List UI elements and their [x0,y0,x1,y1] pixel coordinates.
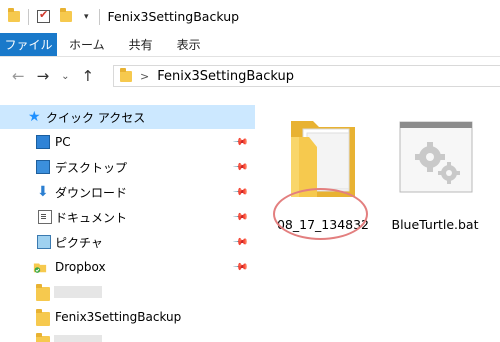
highlight-circle [273,188,368,240]
nav-item-label: ダウンロード [55,185,128,200]
file-item[interactable]: BlueTurtle.bat [383,107,487,237]
batch-file-icon [399,121,473,193]
redacted-label [54,286,102,298]
pin-icon[interactable]: 📌 [232,234,249,251]
nav-item-quick-access[interactable]: ★ クイック アクセス [0,105,255,129]
nav-item-downloads[interactable]: ⬇ ダウンロード 📌 [0,180,255,204]
nav-item-label: クイック アクセス [46,110,146,125]
breadcrumb-current[interactable]: Fenix3SettingBackup [157,69,294,84]
address-bar[interactable]: > Fenix3SettingBackup [113,65,500,87]
pin-icon[interactable]: 📌 [232,209,249,226]
nav-item-dropbox[interactable]: Dropbox 📌 [0,255,255,279]
nav-item-desktop[interactable]: デスクトップ 📌 [0,155,255,179]
star-icon: ★ [28,109,41,125]
nav-item-pictures[interactable]: ピクチャ 📌 [0,230,255,254]
new-folder-icon[interactable] [60,8,72,22]
dropbox-icon [33,263,47,273]
folder-icon [8,8,20,22]
back-button[interactable]: ← [12,67,25,85]
pin-icon[interactable]: 📌 [232,184,249,201]
address-toolbar: ← → ⌄ ↑ > Fenix3SettingBackup [0,57,500,95]
folder-icon [120,67,132,82]
properties-icon[interactable] [37,8,50,23]
file-list: 08_17_134832 BlueTurtle.bat [255,95,500,342]
tab-view[interactable]: 表示 [165,33,213,56]
redacted-label [54,335,102,342]
nav-item-documents[interactable]: ドキュメント 📌 [0,205,255,229]
window-title: Fenix3SettingBackup [107,9,240,24]
nav-item-blurred-folder[interactable] [0,280,255,304]
nav-item-label: ピクチャ [55,235,103,250]
explorer-window: ▾ Fenix3SettingBackup ファイル ホーム 共有 表示 ← →… [0,0,500,342]
forward-button[interactable]: → [37,67,50,85]
pin-icon[interactable]: 📌 [232,134,249,151]
breadcrumb-separator[interactable]: > [140,70,149,83]
nav-item-fenix3settingbackup[interactable]: Fenix3SettingBackup [0,305,255,329]
divider [98,8,100,25]
title-bar: ▾ Fenix3SettingBackup [0,0,500,33]
ribbon-tabs: ファイル ホーム 共有 表示 [0,33,500,57]
pc-icon [36,135,50,149]
nav-item-label: PC [55,135,71,149]
documents-icon [38,210,52,224]
nav-item-label: Dropbox [55,260,106,274]
nav-item-pc[interactable]: PC 📌 [0,130,255,154]
pin-icon[interactable]: 📌 [232,159,249,176]
pictures-icon [37,235,51,249]
pin-icon[interactable]: 📌 [232,259,249,276]
nav-item-label: Fenix3SettingBackup [55,310,182,324]
folder-icon [291,121,355,197]
up-button[interactable]: ↑ [82,67,95,85]
tab-share[interactable]: 共有 [117,33,165,56]
file-name: BlueTurtle.bat [391,217,479,232]
folder-icon [36,333,50,342]
tab-home[interactable]: ホーム [57,33,117,56]
download-icon: ⬇ [37,184,49,200]
folder-icon [36,284,50,301]
tab-file[interactable]: ファイル [0,33,57,56]
quick-access-dropdown[interactable]: ▾ [84,12,89,22]
recent-locations-button[interactable]: ⌄ [61,71,69,82]
folder-icon [36,309,50,326]
navigation-pane: ★ クイック アクセス PC 📌 デスクトップ 📌 ⬇ ダウンロード 📌 ドキュ… [0,95,255,342]
nav-item-label: デスクトップ [55,160,128,175]
desktop-icon [36,160,50,174]
nav-item-blurred-folder-2[interactable] [0,329,255,342]
divider [28,8,29,25]
nav-item-label: ドキュメント [55,210,128,225]
